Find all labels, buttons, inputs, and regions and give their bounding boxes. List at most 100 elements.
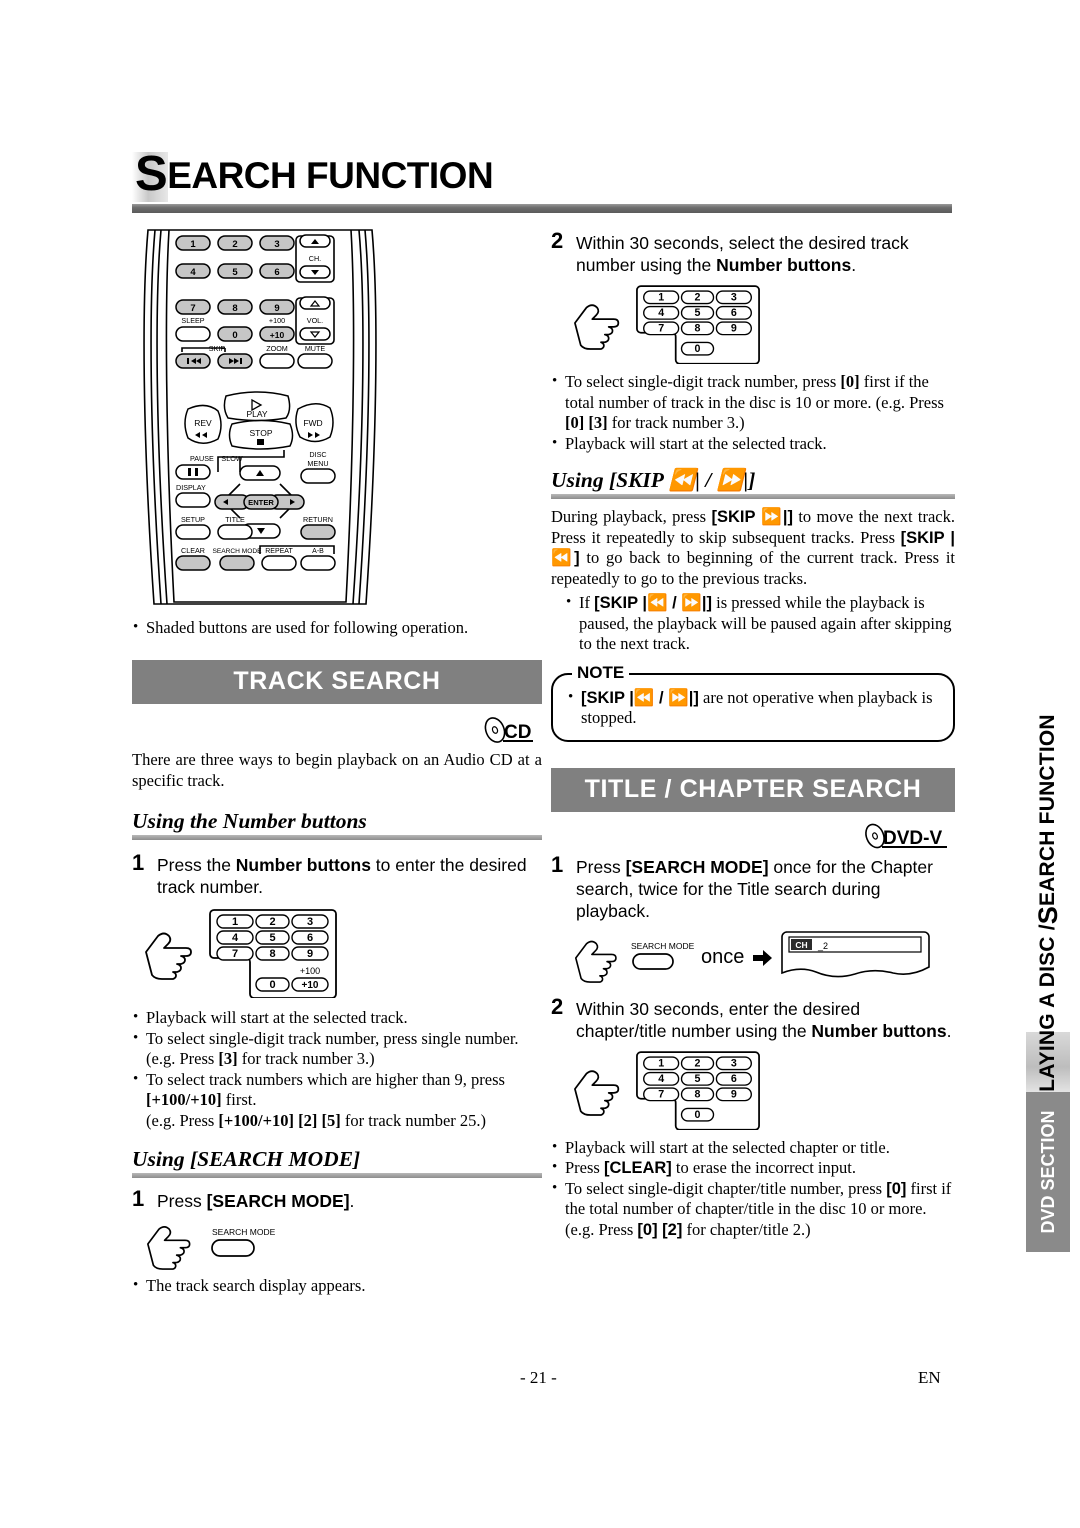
- skip-bullet: If [SKIP |⏪ / ⏩|] is pressed while the p…: [565, 592, 955, 655]
- keypad-diagram-basic-2: 1 2 3 4 5 6 7 8 9 0: [569, 1048, 955, 1130]
- skip-body-paragraph: During playback, press [SKIP ⏩|] to move…: [551, 507, 956, 588]
- step-text-c: .: [946, 1020, 952, 1041]
- svg-text:8: 8: [269, 948, 275, 960]
- skip-next-icon: ⏩|: [716, 468, 749, 492]
- svg-text:0: 0: [695, 343, 701, 355]
- shaded-buttons-note: Shaded buttons are used for following op…: [132, 617, 542, 638]
- track-search-bullets: Playback will start at the selected trac…: [132, 1007, 542, 1132]
- subheading-rule: [132, 1173, 542, 1178]
- left-column: Shaded buttons are used for following op…: [132, 228, 542, 1297]
- svg-text:4: 4: [658, 307, 664, 319]
- dvd-v-logo: DVD-V: [551, 822, 955, 852]
- track-search-intro: There are three ways to begin playback o…: [132, 750, 542, 790]
- step-1-number-buttons: 1 Press the Number buttons to enter the …: [132, 850, 542, 898]
- step-text-bold: Number buttons: [811, 1020, 947, 1041]
- page-number: - 21 -: [520, 1368, 557, 1387]
- subheading-using-number-buttons: Using the Number buttons: [132, 809, 367, 833]
- subheading-using-skip: Using [SKIP ⏪| / ⏩|]: [551, 468, 955, 494]
- step-text-bold: [SEARCH MODE]: [625, 856, 769, 877]
- svg-text:0: 0: [269, 979, 275, 991]
- svg-text:DVD-V: DVD-V: [883, 828, 942, 849]
- right-column: 2 Within 30 seconds, select the desired …: [551, 228, 956, 1241]
- keypad-diagram-basic: 1 2 3 4 5 6 7 8 9 0: [569, 282, 955, 364]
- svg-text:1: 1: [232, 916, 238, 928]
- svg-text:7: 7: [658, 1088, 664, 1100]
- title-chapter-bullets: Playback will start at the selected chap…: [551, 1137, 955, 1241]
- step-2-chapter-title-number: 2 Within 30 seconds, enter the desired c…: [551, 993, 955, 1042]
- bullet-item: Playback will start at the selected trac…: [551, 433, 955, 455]
- svg-text:1: 1: [658, 292, 664, 304]
- step-number: 1: [132, 850, 145, 875]
- bullet-item: To select track numbers which are higher…: [132, 1069, 542, 1132]
- svg-text:6: 6: [731, 1073, 737, 1085]
- svg-text:SEARCH MODE: SEARCH MODE: [631, 941, 695, 951]
- search-mode-button-diagram: SEARCH MODE: [140, 1218, 542, 1270]
- once-label: once: [701, 946, 745, 968]
- page-title-text: SEARCH FUNCTION: [135, 147, 494, 201]
- skip-heading-post: ]: [748, 468, 756, 492]
- subheading-rule: [551, 494, 955, 499]
- svg-text:3: 3: [307, 916, 313, 928]
- skip-prev-icon: ⏪|: [668, 468, 700, 492]
- svg-text:8: 8: [695, 1088, 701, 1100]
- svg-text:4: 4: [232, 932, 239, 944]
- page-title-rest: EARCH FUNCTION: [167, 155, 494, 196]
- bullet-item: Playback will start at the selected chap…: [551, 1137, 955, 1159]
- step2-bullets: To select single-digit track number, pre…: [551, 371, 955, 455]
- svg-text:6: 6: [731, 307, 737, 319]
- bullet-item: To select single-digit chapter/title num…: [551, 1178, 955, 1241]
- track-search-band: TRACK SEARCH: [132, 660, 542, 704]
- section-tab-dvd: DVD SECTION: [1026, 1092, 1070, 1252]
- svg-text:9: 9: [307, 948, 313, 960]
- step-number: 1: [551, 851, 564, 877]
- sidebar-running-head-text: PLAYING A DISC /SEARCH FUNCTION: [1026, 690, 1070, 1110]
- sidebar-text-1: LAYING A DISC /: [1036, 924, 1059, 1092]
- step-text-c: .: [349, 1191, 355, 1211]
- arrow-right-icon: [753, 949, 773, 966]
- svg-text:9: 9: [731, 323, 737, 335]
- title-underline-rule: [132, 204, 952, 213]
- bullet-item: To select single-digit track number, pre…: [132, 1028, 542, 1070]
- step-text-bold: Number buttons: [716, 255, 852, 275]
- svg-text:3: 3: [731, 292, 737, 304]
- step-text-bold: Number buttons: [235, 855, 371, 875]
- svg-text:8: 8: [695, 323, 701, 335]
- step-1-search-mode: 1 Press [SEARCH MODE].: [132, 1186, 542, 1212]
- step-1-chapter-search: 1 Press [SEARCH MODE] once for the Chapt…: [551, 851, 955, 922]
- step-number: 2: [551, 993, 564, 1019]
- sidebar-running-head: PLAYING A DISC /SEARCH FUNCTION: [1026, 690, 1070, 1110]
- svg-text:5: 5: [695, 307, 701, 319]
- step-text-c: .: [851, 255, 857, 275]
- document-page: SEARCH FUNCTION .ol{fill:none;stroke:#00…: [0, 0, 1080, 1528]
- step-text-a: Press: [576, 856, 626, 877]
- search-mode-once-diagram: SEARCH MODE once CH _2: [569, 930, 955, 986]
- bullet-item: Press [CLEAR] to erase the incorrect inp…: [551, 1157, 955, 1179]
- svg-text:5: 5: [269, 932, 275, 944]
- svg-text:0: 0: [695, 1109, 701, 1121]
- svg-text:2: 2: [695, 1057, 701, 1069]
- svg-text:5: 5: [695, 1073, 701, 1085]
- step-number: 2: [551, 228, 564, 253]
- svg-text:9: 9: [731, 1088, 737, 1100]
- svg-text:2: 2: [695, 292, 701, 304]
- svg-text:7: 7: [232, 948, 238, 960]
- step-text-a: Press: [157, 1191, 207, 1211]
- step-number: 1: [132, 1186, 145, 1211]
- title-chapter-search-band: TITLE / CHAPTER SEARCH: [551, 767, 955, 812]
- step-2-number-buttons: 2 Within 30 seconds, select the desired …: [551, 228, 955, 276]
- sidebar-text-2: EARCH FUNCTION: [1036, 714, 1059, 907]
- bullet-item: To select single-digit track number, pre…: [551, 371, 955, 434]
- cd-logo: CD: [132, 716, 542, 746]
- svg-text:_2: _2: [817, 941, 828, 951]
- page-title-initial: S: [135, 147, 168, 201]
- skip-heading-pre: Using [SKIP: [551, 468, 669, 492]
- svg-text:SEARCH MODE: SEARCH MODE: [212, 1227, 276, 1237]
- tv-display-panel: CH _2: [780, 930, 932, 986]
- svg-text:+10: +10: [302, 980, 319, 991]
- svg-text:6: 6: [307, 932, 313, 944]
- language-code: EN: [918, 1368, 941, 1387]
- sidebar-initial-2: S: [1032, 906, 1063, 925]
- skip-heading-mid: /: [700, 468, 717, 492]
- svg-text:2: 2: [269, 916, 275, 928]
- note-bullet: [SKIP |⏪ / ⏩|] are not operative when pl…: [567, 687, 939, 729]
